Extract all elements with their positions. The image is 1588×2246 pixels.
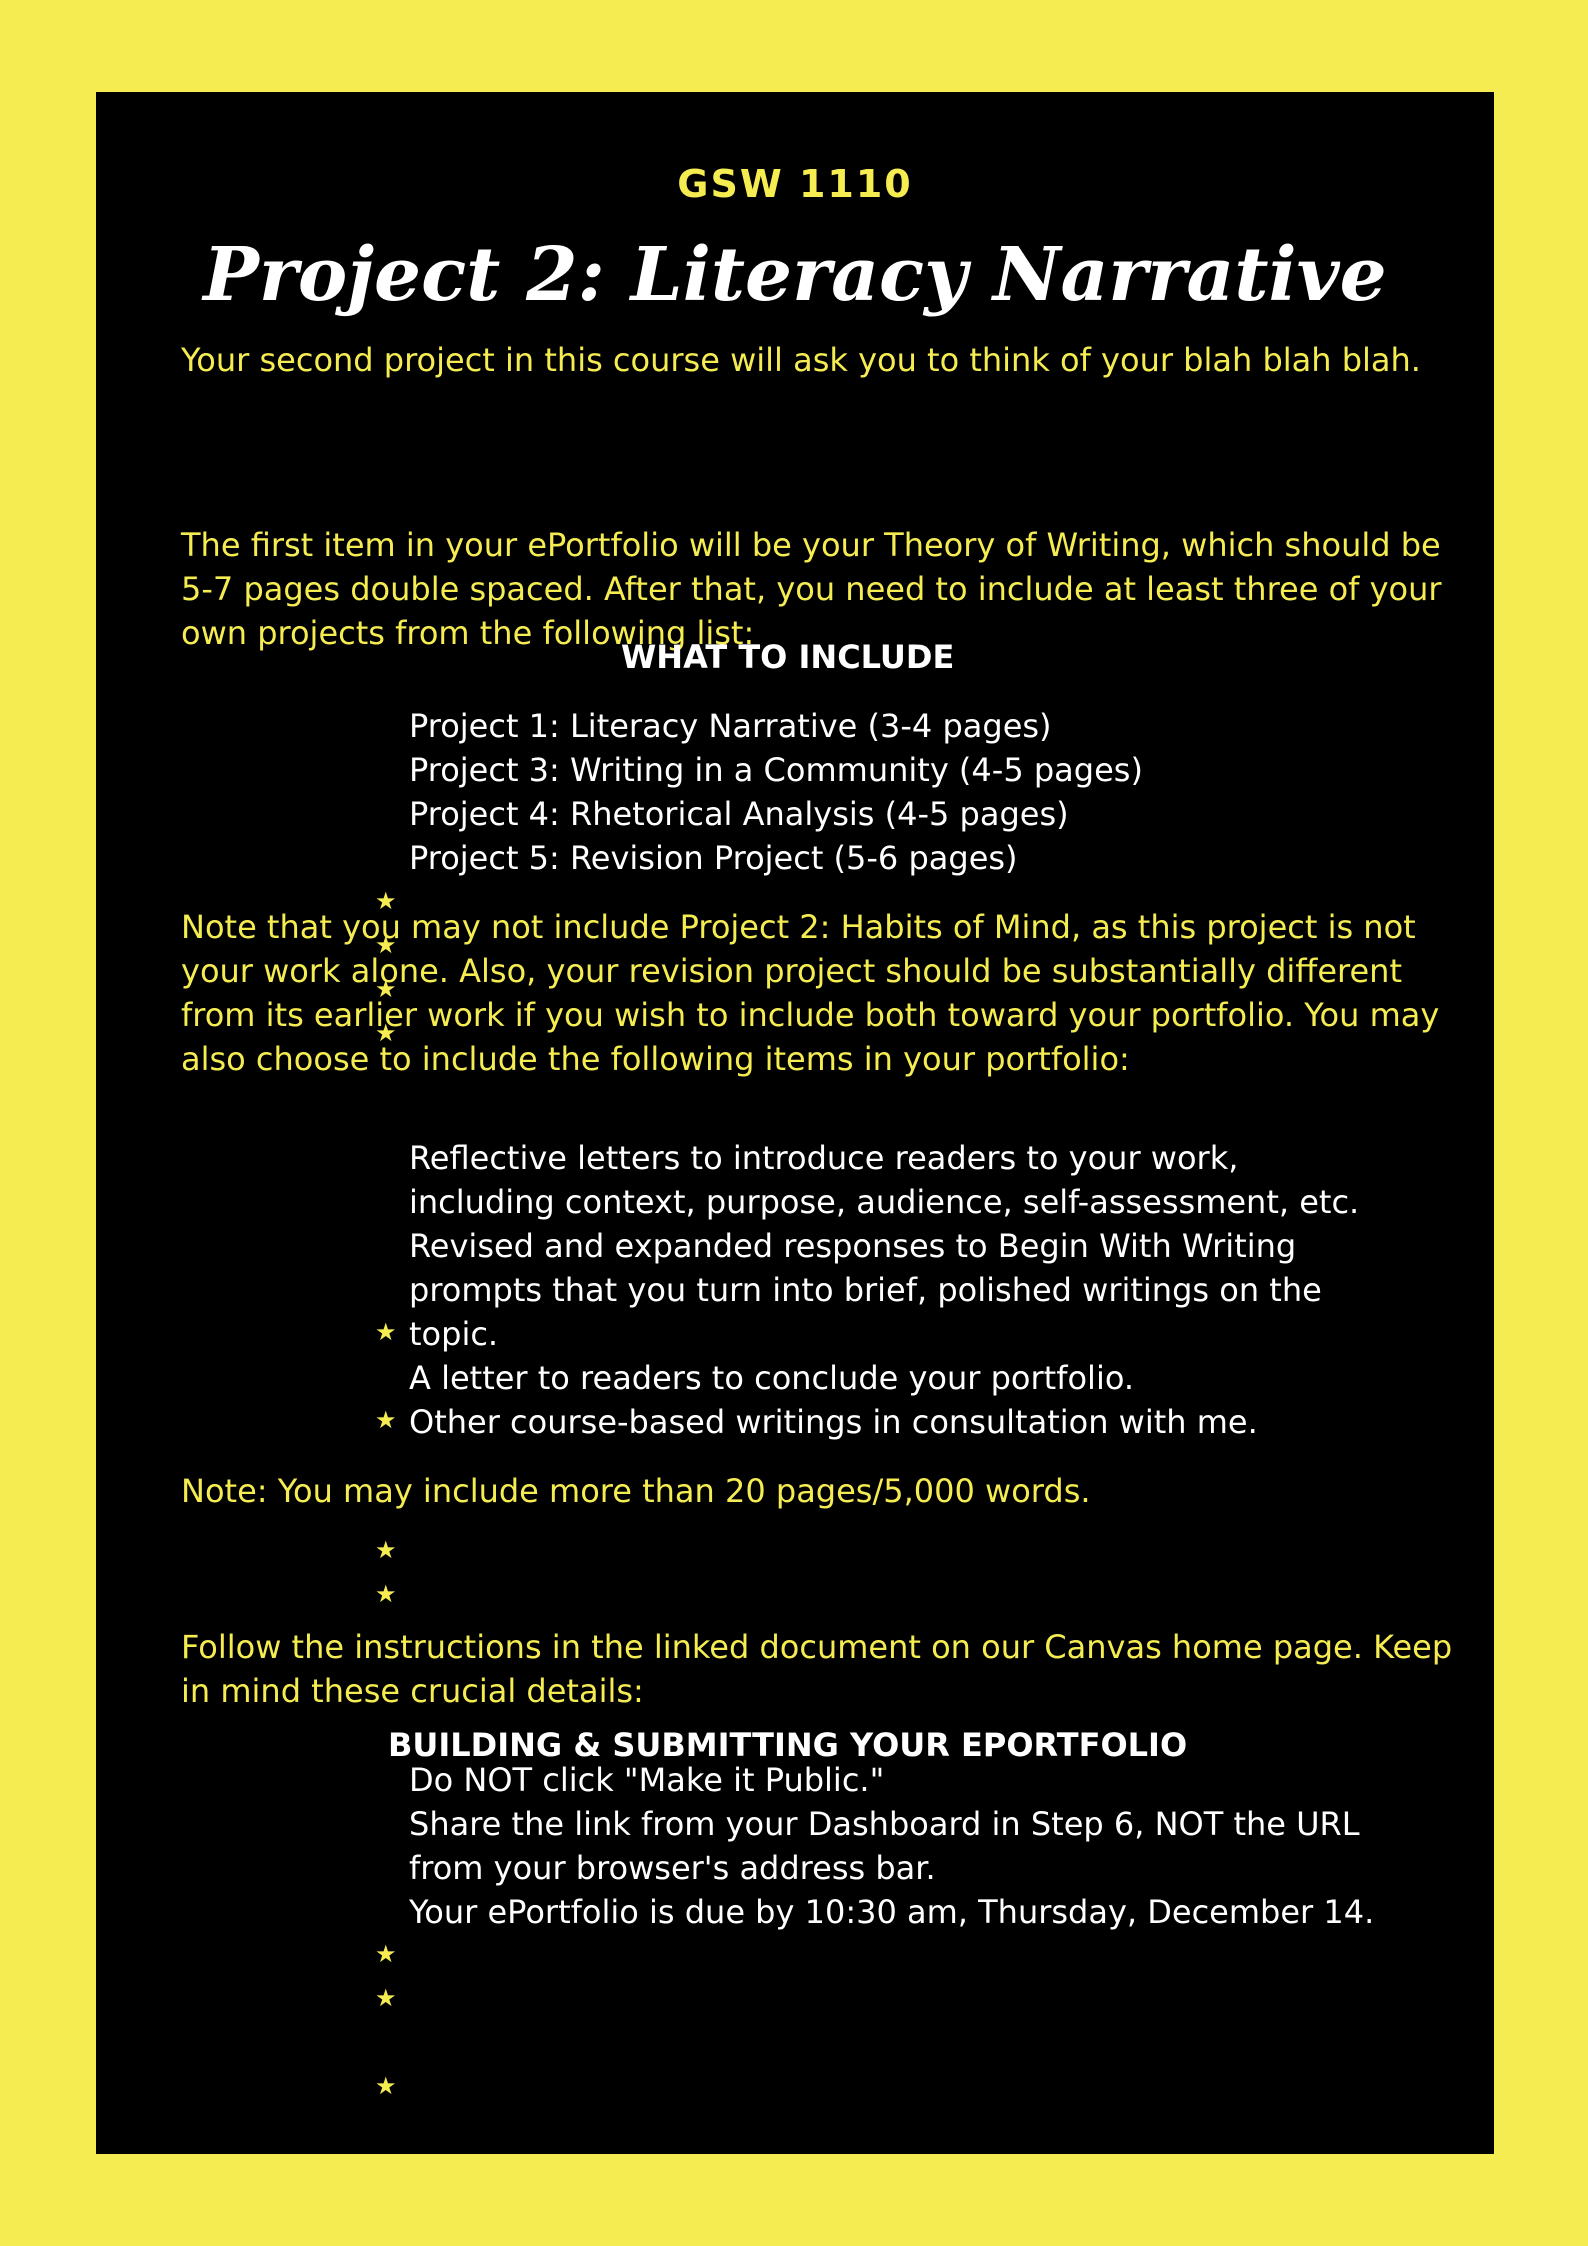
star-icon: ★ xyxy=(375,1536,397,1564)
list-item: Share the link from your Dashboard in St… xyxy=(409,1805,1360,1843)
list-item: Project 1: Literacy Narrative (3-4 pages… xyxy=(409,707,1052,745)
list-item: including context, purpose, audience, se… xyxy=(409,1183,1360,1221)
star-icon: ★ xyxy=(375,1984,397,2012)
page-title: Project 2: Literacy Narrative xyxy=(203,232,1387,318)
star-icon: ★ xyxy=(375,1580,397,1608)
note-paragraph: Note that you may not include Project 2:… xyxy=(181,908,1440,1078)
details-list: Do NOT click "Make it Public." Share the… xyxy=(409,1758,1409,1934)
course-code: GSW 1110 xyxy=(677,162,913,206)
list-item: A letter to readers to conclude your por… xyxy=(409,1359,1135,1397)
star-icon: ★ xyxy=(375,2072,397,2100)
note-pages: Note: You may include more than 20 pages… xyxy=(181,1472,1091,1510)
follow-instructions-paragraph: Follow the instructions in the linked do… xyxy=(181,1628,1453,1710)
flyer-panel: GSW 1110 Project 2: Literacy Narrative Y… xyxy=(96,92,1494,2154)
project-list: Project 1: Literacy Narrative (3-4 pages… xyxy=(409,704,1409,880)
list-item: prompts that you turn into brief, polish… xyxy=(409,1271,1322,1309)
list-item: Project 3: Writing in a Community (4-5 p… xyxy=(409,751,1143,789)
list-item: Revised and expanded responses to Begin … xyxy=(409,1227,1297,1265)
what-to-include-heading: WHAT TO INCLUDE xyxy=(621,638,955,676)
first-item-paragraph: The first item in your ePortfolio will b… xyxy=(181,526,1442,652)
star-icon: ★ xyxy=(375,1940,397,1968)
optional-items-list: Reflective letters to introduce readers … xyxy=(409,1136,1409,1444)
list-item: Other course-based writings in consultat… xyxy=(409,1403,1258,1441)
intro-paragraph: Your second project in this course will … xyxy=(181,341,1421,379)
list-item: Do NOT click "Make it Public." xyxy=(409,1761,885,1799)
list-item: from your browser's address bar. xyxy=(409,1849,936,1887)
list-item: Project 4: Rhetorical Analysis (4-5 page… xyxy=(409,795,1069,833)
star-icon: ★ xyxy=(375,1318,397,1346)
list-item: Your ePortfolio is due by 10:30 am, Thur… xyxy=(409,1893,1375,1931)
star-icon: ★ xyxy=(375,1406,397,1434)
list-item: Project 5: Revision Project (5-6 pages) xyxy=(409,839,1018,877)
list-item: Reflective letters to introduce readers … xyxy=(409,1139,1239,1177)
list-item: topic. xyxy=(409,1315,499,1353)
